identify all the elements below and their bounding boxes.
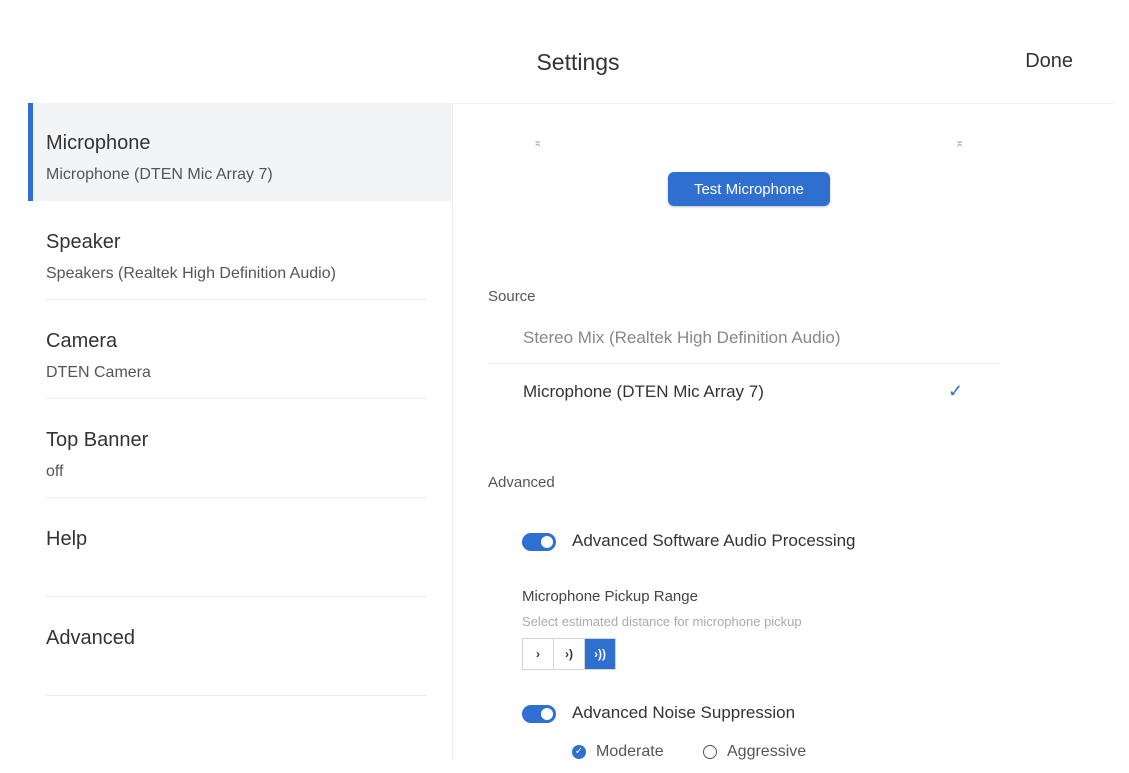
sidebar-item-label: Speaker [46, 231, 121, 253]
source-option[interactable]: Stereo Mix (Realtek High Definition Audi… [488, 314, 1000, 364]
sidebar-item-value: Microphone (DTEN Mic Array 7) [46, 166, 273, 183]
pickup-range-title: Microphone Pickup Range [522, 588, 698, 605]
pickup-range-subtitle: Select estimated distance for microphone… [522, 614, 802, 629]
sidebar-item-value: DTEN Camera [46, 364, 151, 381]
settings-sidebar: Microphone Microphone (DTEN Mic Array 7)… [28, 103, 453, 760]
radio-label: Aggressive [727, 743, 807, 760]
sidebar-item-value: off [46, 463, 64, 480]
pickup-range-medium-icon[interactable]: ›) [554, 639, 585, 669]
source-option-label: Microphone (DTEN Mic Array 7) [523, 382, 764, 401]
pickup-range-selector: › ›) ›)) [522, 638, 616, 670]
radio-unchecked-icon [703, 745, 717, 759]
noise-suppression-label: Advanced Noise Suppression [572, 703, 796, 722]
radio-checked-icon: ✓ [572, 745, 586, 759]
pickup-range-far-icon[interactable]: ›)) [585, 639, 615, 669]
pickup-range-near-icon[interactable]: › [523, 639, 554, 669]
divider [46, 596, 427, 597]
sidebar-item-label: Top Banner [46, 429, 149, 451]
sidebar-item-value: Speakers (Realtek High Definition Audio) [46, 265, 336, 282]
divider [46, 299, 427, 300]
divider [46, 497, 427, 498]
audio-processing-label: Advanced Software Audio Processing [572, 531, 856, 550]
source-heading: Source [488, 288, 536, 305]
page-title: Settings [536, 49, 620, 75]
divider [46, 398, 427, 399]
settings-window: Settings Done Microphone Microphone (DTE… [28, 12, 1114, 760]
noise-suppression-toggle[interactable] [522, 705, 556, 723]
test-microphone-button[interactable]: Test Microphone [668, 172, 830, 206]
divider [488, 363, 1000, 364]
sidebar-item-speaker[interactable]: Speaker Speakers (Realtek High Definitio… [28, 202, 452, 300]
sidebar-item-top-banner[interactable]: Top Banner off [28, 400, 452, 498]
divider [46, 695, 427, 696]
sidebar-item-advanced[interactable]: Advanced [28, 598, 452, 696]
sidebar-item-label: Help [46, 528, 88, 550]
sidebar-item-label: Camera [46, 330, 118, 352]
level-marker-icon: ⌅ [533, 137, 543, 149]
sidebar-item-label: Microphone [46, 132, 151, 154]
microphone-settings-panel: ⌅ ⌅ Test Microphone Source Stereo Mix (R… [453, 103, 1114, 760]
toggle-knob [541, 708, 553, 720]
sidebar-item-help[interactable]: Help [28, 499, 452, 597]
checkmark-icon: ✓ [948, 381, 964, 401]
settings-header: Settings Done [28, 12, 1114, 104]
toggle-knob [541, 536, 553, 548]
level-marker-icon: ⌅ [955, 137, 965, 149]
sidebar-item-microphone[interactable]: Microphone Microphone (DTEN Mic Array 7) [28, 103, 452, 201]
done-button[interactable]: Done [1025, 50, 1073, 73]
advanced-heading: Advanced [488, 474, 555, 491]
audio-processing-toggle[interactable] [522, 533, 556, 551]
sidebar-item-camera[interactable]: Camera DTEN Camera [28, 301, 452, 399]
source-option-label: Stereo Mix (Realtek High Definition Audi… [523, 328, 841, 347]
sidebar-item-label: Advanced [46, 627, 135, 649]
radio-label: Moderate [596, 743, 664, 760]
source-option[interactable]: Microphone (DTEN Mic Array 7) ✓ [488, 368, 1000, 418]
